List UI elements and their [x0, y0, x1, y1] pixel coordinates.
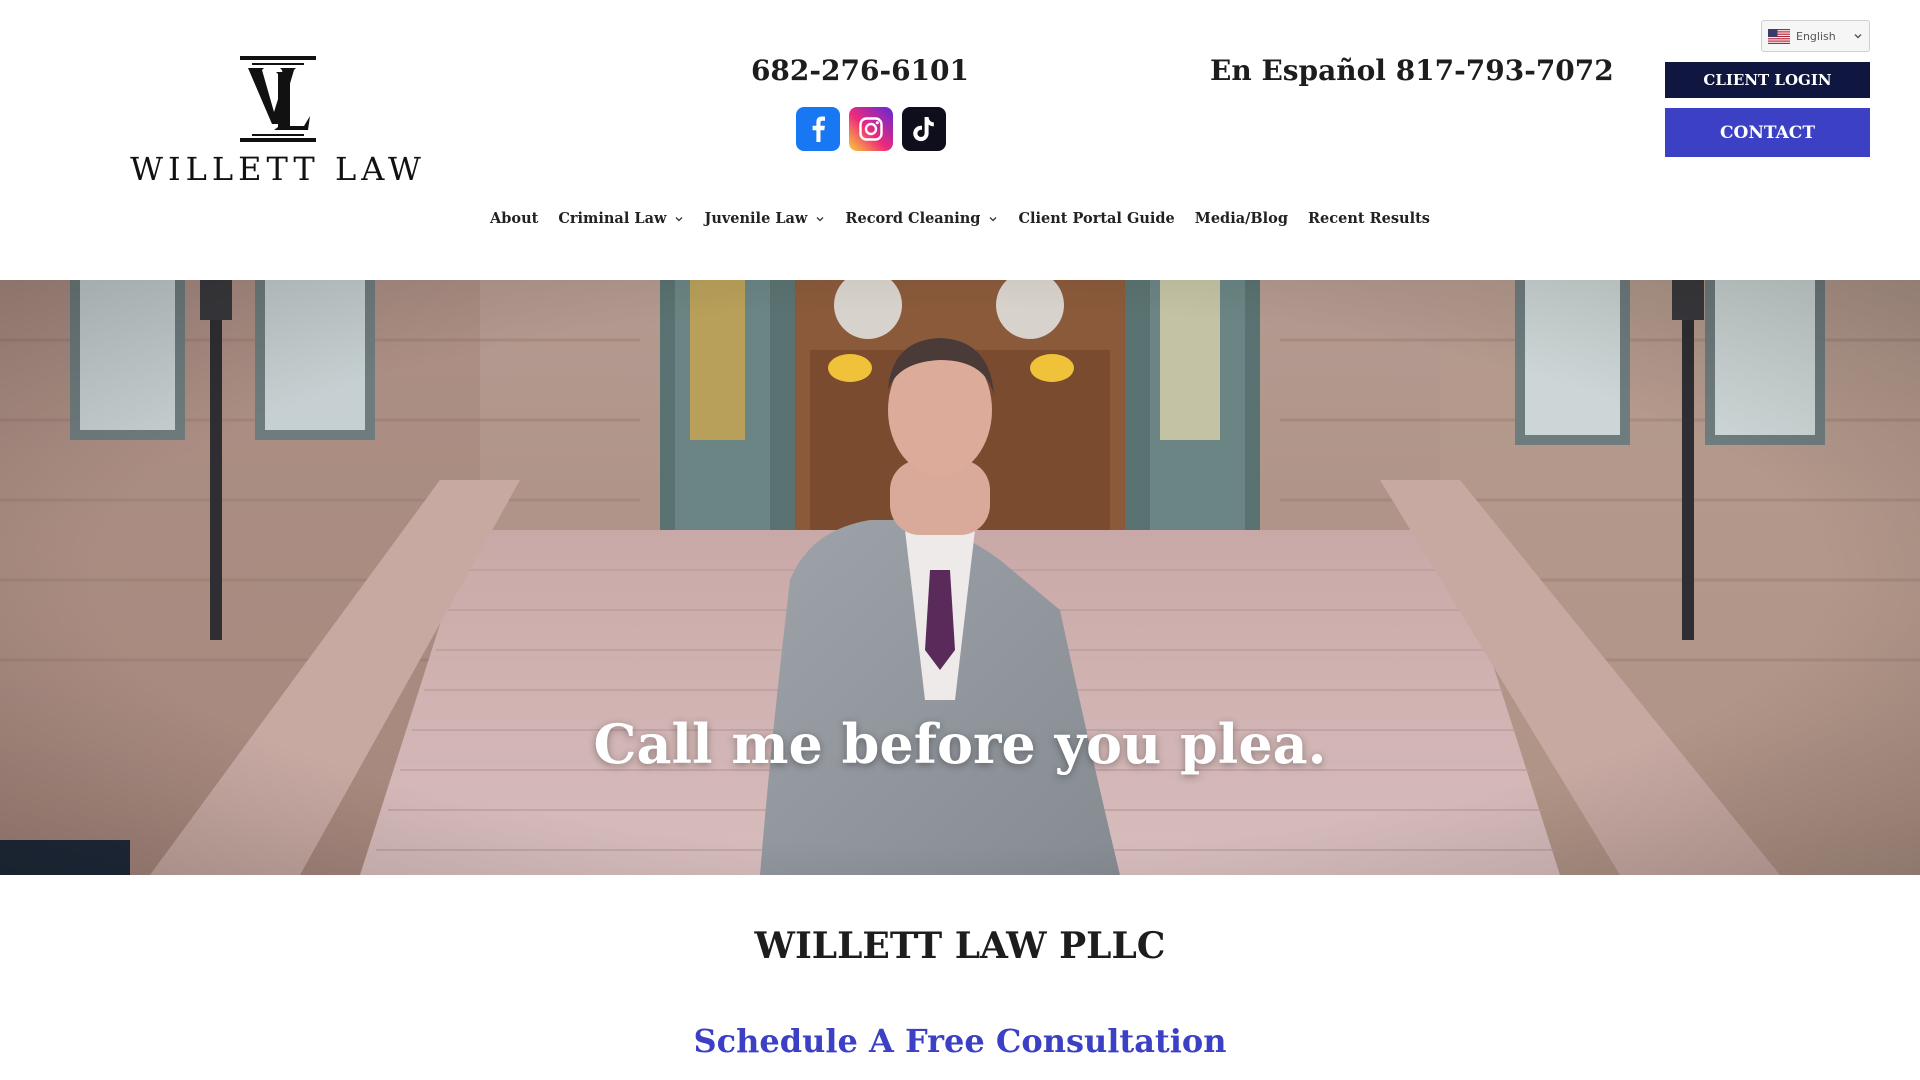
client-login-button[interactable]: CLIENT LOGIN [1665, 62, 1870, 98]
nav-item-label: About [490, 210, 539, 227]
phone-number-link[interactable]: 682-276-6101 [742, 54, 978, 87]
nav-item-recent-results[interactable]: Recent Results [1298, 210, 1440, 227]
nav-item-label: Juvenile Law [704, 210, 808, 227]
site-logo[interactable]: WILLETT LAW [130, 54, 426, 188]
logo-wordmark: WILLETT LAW [130, 150, 426, 188]
chevron-down-icon [1854, 34, 1862, 39]
nav-item-label: Criminal Law [558, 210, 667, 227]
hero-banner: Call me before you plea. [0, 280, 1920, 875]
facebook-icon[interactable] [796, 107, 840, 151]
firm-name-heading: WILLETT LAW PLLC [754, 925, 1166, 967]
chevron-down-icon [989, 216, 997, 221]
hero-background-image [0, 280, 1920, 875]
nav-item-label: Record Cleaning [845, 210, 981, 227]
social-links [796, 107, 946, 151]
chevron-down-icon [816, 216, 824, 221]
us-flag-icon [1768, 28, 1790, 44]
nav-item-criminal-law[interactable]: Criminal Law [548, 210, 694, 227]
instagram-icon[interactable] [849, 107, 893, 151]
nav-item-client-portal-guide[interactable]: Client Portal Guide [1008, 210, 1184, 227]
hero-tagline: Call me before you plea. [593, 712, 1327, 776]
contact-button[interactable]: CONTACT [1665, 108, 1870, 157]
tiktok-icon[interactable] [902, 107, 946, 151]
spanish-phone-link[interactable]: En Español 817-793-7072 [1210, 54, 1614, 87]
nav-item-label: Recent Results [1307, 210, 1430, 227]
nav-item-label: Client Portal Guide [1018, 210, 1175, 227]
nav-item-about[interactable]: About [480, 210, 548, 227]
nav-item-media-blog[interactable]: Media/Blog [1185, 210, 1298, 227]
nav-item-record-cleaning[interactable]: Record Cleaning [835, 210, 1008, 227]
schedule-consultation-link[interactable]: Schedule A Free Consultation [0, 1022, 1920, 1060]
logo-monogram-icon [240, 56, 316, 142]
site-header: WILLETT LAW 682-276-6101 En Español 817-… [0, 0, 1920, 280]
main-nav: About Criminal Law Juvenile Law Record C… [0, 210, 1920, 227]
language-selector[interactable]: English [1761, 20, 1870, 52]
language-label: English [1796, 29, 1836, 43]
chevron-down-icon [675, 216, 683, 221]
nav-item-juvenile-law[interactable]: Juvenile Law [694, 210, 835, 227]
nav-item-label: Media/Blog [1194, 210, 1288, 227]
